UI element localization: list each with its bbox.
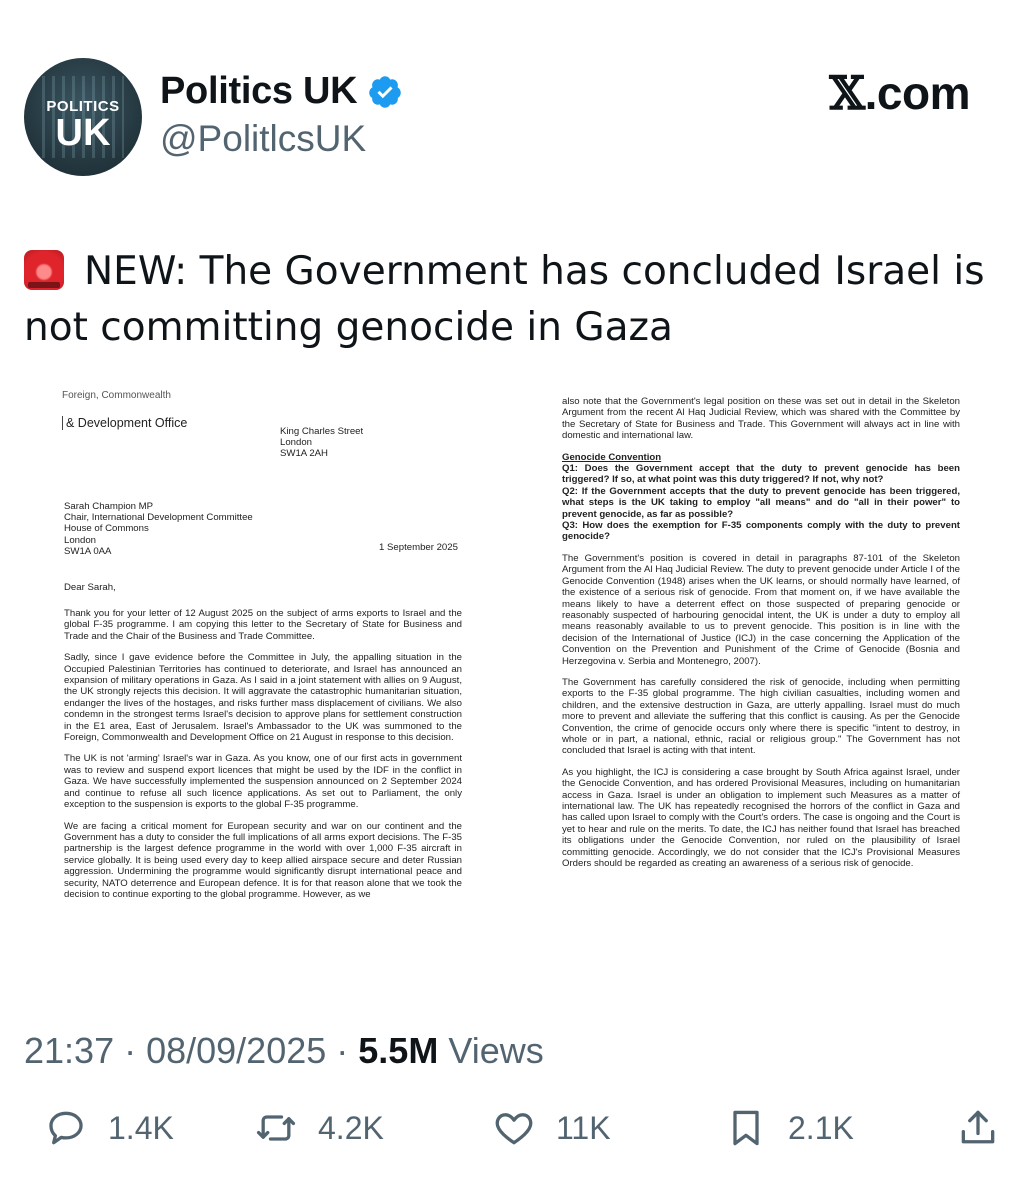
brand-logo: 𝕏.com <box>829 66 970 120</box>
letter-paragraph: also note that the Government's legal po… <box>562 396 960 442</box>
display-name[interactable]: Politics UK <box>160 70 358 113</box>
letter-body-left: Thank you for your letter of 12 August 2… <box>64 608 462 910</box>
letterhead-office: & Development Office <box>62 416 187 430</box>
action-bar: 1.4K 4.2K 11K 2.1K <box>0 1106 1024 1166</box>
bookmark-count: 2.1K <box>788 1109 854 1146</box>
address-line: SW1A 2AH <box>280 448 328 460</box>
letter-paragraph: As you highlight, the ICJ is considering… <box>562 766 960 870</box>
like-button[interactable]: 11K <box>492 1106 611 1150</box>
tweet-text: NEW: The Government has concluded Israel… <box>24 244 994 356</box>
tweet-media[interactable]: Foreign, Commonwealth & Development Offi… <box>24 388 996 984</box>
share-button[interactable] <box>956 1106 1020 1150</box>
avatar-logo-line2: UK <box>55 112 111 154</box>
question-text: Q1: Does the Government accept that the … <box>562 463 960 486</box>
recipient-line: London <box>64 534 97 546</box>
verified-badge-icon <box>369 75 402 108</box>
tweet-meta: 21:37 · 08/09/2025 · 5.5M Views <box>24 1030 544 1072</box>
address-line: London <box>280 437 313 449</box>
recipient-line: SW1A 0AA <box>64 545 112 557</box>
repost-count: 4.2K <box>318 1109 384 1146</box>
views-count: 5.5M <box>358 1030 439 1071</box>
letter-paragraph: The Government has carefully considered … <box>562 676 960 757</box>
account-name-row: Politics UK <box>160 70 403 113</box>
letter-paragraph: Thank you for your letter of 12 August 2… <box>64 608 462 642</box>
reply-icon <box>49 1111 83 1145</box>
avatar[interactable]: POLITICS UK <box>24 58 142 176</box>
bookmark-icon <box>733 1110 759 1146</box>
question-text: Q3: How does the exemption for F-35 comp… <box>562 520 960 543</box>
section-heading: Genocide Convention <box>562 451 662 463</box>
letter-paragraph: We are facing a critical moment for Euro… <box>64 820 462 900</box>
brand-suffix: .com <box>864 67 971 119</box>
meta-separator: · <box>114 1030 147 1071</box>
x-logo-icon: 𝕏 <box>829 66 865 120</box>
reply-count: 1.4K <box>108 1109 174 1146</box>
sender-address: King Charles Street London SW1A 2AH <box>280 426 363 460</box>
repost-icon <box>256 1115 296 1141</box>
letter-salutation: Dear Sarah, <box>64 582 116 593</box>
recipient-address: Sarah Champion MP Chair, International D… <box>64 501 253 557</box>
recipient-line: House of Commons <box>64 523 149 535</box>
letter-page-right[interactable]: also note that the Government's legal po… <box>536 388 996 984</box>
letter-body-right: also note that the Government's legal po… <box>562 396 960 879</box>
letterhead-cut: Foreign, Commonwealth <box>62 390 171 400</box>
police-car-light-icon <box>24 250 64 290</box>
tweet-time[interactable]: 21:37 <box>24 1030 114 1071</box>
repost-button[interactable]: 4.2K <box>254 1106 384 1150</box>
account-handle[interactable]: @PolitlcsUK <box>160 118 366 160</box>
question-text: Q2: If the Government accepts that the d… <box>562 485 960 520</box>
tweet-date[interactable]: 08/09/2025 <box>146 1030 326 1071</box>
bookmark-button[interactable]: 2.1K <box>724 1106 854 1150</box>
recipient-line: Chair, International Development Committ… <box>64 512 253 524</box>
recipient-line: Sarah Champion MP <box>64 501 154 512</box>
tweet-body: NEW: The Government has concluded Israel… <box>24 249 985 350</box>
letter-paragraph: Sadly, since I gave evidence before the … <box>64 652 462 744</box>
letter-page-left[interactable]: Foreign, Commonwealth & Development Offi… <box>24 388 498 984</box>
meta-separator: · <box>326 1030 359 1071</box>
letter-paragraph: The Government's position is covered in … <box>562 552 960 667</box>
views-label: Views <box>438 1030 544 1071</box>
share-icon <box>961 1110 995 1144</box>
letter-date: 1 September 2025 <box>379 542 458 553</box>
like-count: 11K <box>556 1109 611 1146</box>
letter-paragraph: The UK is not 'arming' Israel's war in G… <box>64 753 462 811</box>
heart-icon <box>495 1113 533 1145</box>
address-line: King Charles Street <box>280 426 364 437</box>
reply-button[interactable]: 1.4K <box>44 1106 174 1150</box>
